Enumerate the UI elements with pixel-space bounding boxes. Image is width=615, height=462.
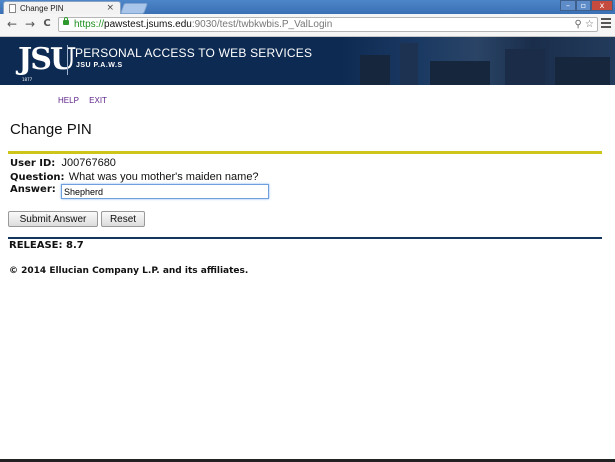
omnibox-icons: ⚲ ☆ xyxy=(575,18,594,31)
banner-divider xyxy=(67,45,68,75)
answer-field[interactable] xyxy=(61,184,269,199)
question-value: What was you mother's maiden name? xyxy=(68,171,259,183)
url-scheme: https:// xyxy=(74,19,105,30)
user-id-row: User ID: J00767680 xyxy=(10,157,116,169)
page-title: Change PIN xyxy=(10,121,92,138)
tab-close-icon[interactable]: × xyxy=(106,3,114,13)
answer-label: Answer: xyxy=(10,184,56,195)
browser-titlebar: Change PIN × – ▫ x xyxy=(0,0,615,15)
address-bar[interactable]: https://pawstest.jsums.edu:9030/test/twb… xyxy=(58,17,598,32)
answer-row: Answer: xyxy=(10,184,56,195)
footer-rule xyxy=(8,237,602,239)
browser-toolbar: ← → C https://pawstest.jsums.edu:9030/te… xyxy=(0,14,615,37)
submit-answer-button[interactable]: Submit Answer xyxy=(8,211,98,227)
reload-icon[interactable]: C xyxy=(40,17,54,31)
star-icon[interactable]: ☆ xyxy=(585,19,594,30)
tab-change-pin[interactable]: Change PIN × xyxy=(3,1,121,15)
forward-arrow-icon[interactable]: → xyxy=(23,17,37,31)
jsu-logo: JSU xyxy=(18,42,76,77)
campus-photo xyxy=(340,37,615,85)
banner-title: PERSONAL ACCESS TO WEB SERVICES xyxy=(75,46,313,60)
copyright-text: © 2014 Ellucian Company L.P. and its aff… xyxy=(9,266,249,276)
exit-link[interactable]: EXIT xyxy=(89,96,107,105)
close-window-button[interactable]: x xyxy=(591,0,613,11)
search-icon[interactable]: ⚲ xyxy=(575,19,582,30)
question-label: Question: xyxy=(10,172,65,183)
maximize-button[interactable]: ▫ xyxy=(576,0,591,11)
reset-button[interactable]: Reset xyxy=(101,211,145,227)
user-id-value: J00767680 xyxy=(61,157,116,169)
lock-icon xyxy=(63,17,69,25)
minimize-button[interactable]: – xyxy=(560,0,576,11)
help-link[interactable]: HELP xyxy=(58,96,79,105)
header-banner: JSU 1877 PERSONAL ACCESS TO WEB SERVICES… xyxy=(0,37,615,85)
question-row: Question: What was you mother's maiden n… xyxy=(10,171,259,183)
tab-label: Change PIN xyxy=(20,4,64,13)
back-arrow-icon[interactable]: ← xyxy=(5,17,19,31)
new-tab-button[interactable] xyxy=(119,3,149,14)
url-text: https://pawstest.jsums.edu:9030/test/twb… xyxy=(74,18,332,31)
url-path: :9030/test/twbkwbis.P_ValLogin xyxy=(191,19,333,30)
banner-subtitle: JSU P.A.W.S xyxy=(76,62,123,69)
url-host: pawstest.jsums.edu xyxy=(104,19,192,30)
user-id-label: User ID: xyxy=(10,158,56,169)
top-links: HELP EXIT xyxy=(58,96,115,105)
title-rule xyxy=(8,151,602,154)
release-text: RELEASE: 8.7 xyxy=(9,240,84,251)
logo-year: 1877 xyxy=(22,77,33,82)
menu-icon[interactable] xyxy=(601,18,611,30)
document-icon xyxy=(9,4,16,13)
